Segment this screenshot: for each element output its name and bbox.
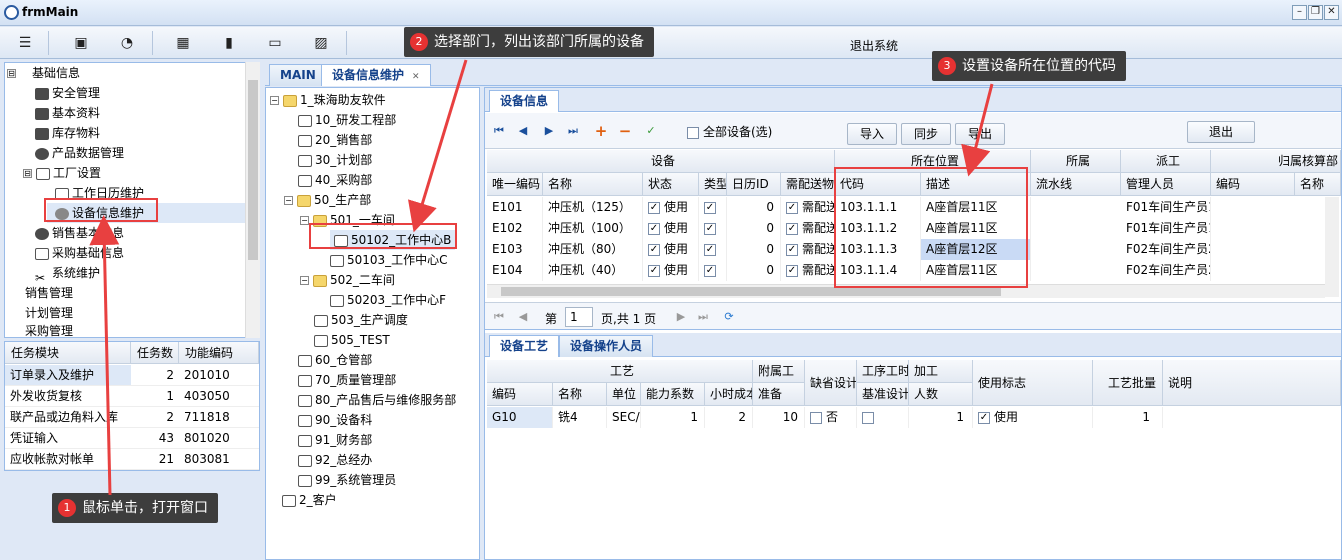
arrow-3 <box>961 83 994 177</box>
arrow-1 <box>89 215 120 496</box>
arrow-2 <box>408 59 468 233</box>
annotation-arrows <box>89 59 994 496</box>
